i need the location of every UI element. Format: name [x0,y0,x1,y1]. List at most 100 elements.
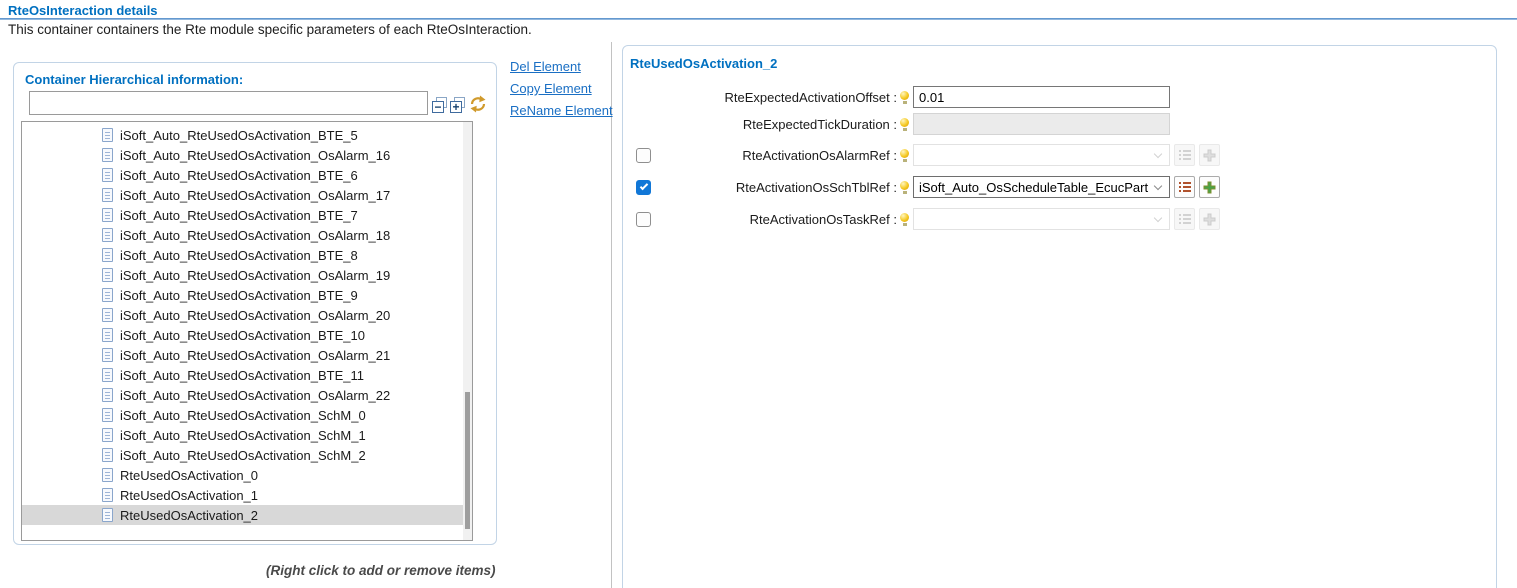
combobox-value: iSoft_Auto_OsScheduleTable_EcucPartitio [919,180,1149,195]
list-item-label: iSoft_Auto_RteUsedOsActivation_BTE_7 [120,208,358,223]
param-row-tick-duration: RteExpectedTickDuration : [636,112,1170,136]
param-row-activation-offset: RteExpectedActivationOffset : [636,85,1170,109]
os-task-ref-combobox[interactable] [913,208,1170,230]
document-icon [102,128,113,142]
os-alarm-ref-checkbox[interactable] [636,148,651,163]
hierarchy-list: iSoft_Auto_RteUsedOsActivation_BTE_5 iSo… [21,121,473,541]
list-item[interactable]: iSoft_Auto_RteUsedOsActivation_OsAlarm_2… [22,385,463,405]
check-icon [639,182,647,190]
list-item[interactable]: iSoft_Auto_RteUsedOsActivation_OsAlarm_1… [22,225,463,245]
os-schtbl-ref-checkbox[interactable] [636,180,651,195]
list-item[interactable]: iSoft_Auto_RteUsedOsActivation_BTE_9 [22,285,463,305]
list-item-label: RteUsedOsActivation_2 [120,508,258,523]
list-item[interactable]: iSoft_Auto_RteUsedOsActivation_OsAlarm_1… [22,185,463,205]
refresh-icon[interactable] [468,95,488,113]
os-alarm-ref-pick-button[interactable] [1174,144,1195,166]
list-item-label: iSoft_Auto_RteUsedOsActivation_SchM_1 [120,428,366,443]
os-task-ref-pick-button[interactable] [1174,208,1195,230]
copy-element-link[interactable]: Copy Element [510,81,592,96]
list-item[interactable]: iSoft_Auto_RteUsedOsActivation_BTE_5 [22,125,463,145]
list-item[interactable]: RteUsedOsActivation_2 [22,505,463,525]
document-icon [102,268,113,282]
list-item[interactable]: iSoft_Auto_RteUsedOsActivation_OsAlarm_2… [22,345,463,365]
document-icon [102,408,113,422]
list-item[interactable]: iSoft_Auto_RteUsedOsActivation_OsAlarm_1… [22,145,463,165]
document-icon [102,348,113,362]
container-hierarchy-panel: Container Hierarchical information: − + … [13,62,497,545]
document-icon [102,368,113,382]
document-icon [102,468,113,482]
list-item[interactable]: RteUsedOsActivation_0 [22,465,463,485]
del-element-link[interactable]: Del Element [510,59,581,74]
list-item[interactable]: iSoft_Auto_RteUsedOsActivation_OsAlarm_1… [22,265,463,285]
document-icon [102,188,113,202]
list-item[interactable]: iSoft_Auto_RteUsedOsActivation_BTE_8 [22,245,463,265]
ref-label: RteActivationOsTaskRef : [652,212,897,227]
checkbox-spacer [636,90,651,105]
os-alarm-ref-add-button[interactable] [1199,144,1220,166]
collapse-all-icon[interactable]: − [432,97,448,113]
list-scrollbar-thumb[interactable] [465,392,470,529]
lightbulb-icon [900,149,909,162]
chevron-down-icon [1154,214,1162,222]
list-item-label: iSoft_Auto_RteUsedOsActivation_OsAlarm_1… [120,148,390,163]
list-item-label: iSoft_Auto_RteUsedOsActivation_OsAlarm_2… [120,348,390,363]
collapse-all-icon-front: − [432,101,444,113]
os-task-ref-add-button[interactable] [1199,208,1220,230]
os-alarm-ref-combobox[interactable] [913,144,1170,166]
os-schtbl-ref-combobox[interactable]: iSoft_Auto_OsScheduleTable_EcucPartitio [913,176,1170,198]
plus-icon [1203,181,1216,194]
list-item[interactable]: RteUsedOsActivation_1 [22,485,463,505]
list-picker-icon [1179,150,1191,160]
expand-all-icon-front: + [450,101,462,113]
list-item-label: iSoft_Auto_RteUsedOsActivation_BTE_11 [120,368,364,383]
list-item-label: iSoft_Auto_RteUsedOsActivation_OsAlarm_1… [120,188,390,203]
activation-offset-input[interactable] [913,86,1170,108]
list-item-label: iSoft_Auto_RteUsedOsActivation_BTE_6 [120,168,358,183]
document-icon [102,428,113,442]
plus-icon [1203,149,1216,162]
list-item-label: RteUsedOsActivation_0 [120,468,258,483]
rename-element-link[interactable]: ReName Element [510,103,613,118]
document-icon [102,308,113,322]
list-item[interactable]: iSoft_Auto_RteUsedOsActivation_SchM_2 [22,445,463,465]
title-divider [0,18,1517,20]
ref-label: RteActivationOsSchTblRef : [652,180,897,195]
list-item[interactable]: iSoft_Auto_RteUsedOsActivation_OsAlarm_2… [22,305,463,325]
document-icon [102,168,113,182]
os-schtbl-ref-add-button[interactable] [1199,176,1220,198]
os-task-ref-checkbox[interactable] [636,212,651,227]
document-icon [102,488,113,502]
panel-splitter[interactable] [611,42,612,588]
os-schtbl-ref-pick-button[interactable] [1174,176,1195,198]
param-label: RteExpectedActivationOffset : [652,90,897,105]
param-label: RteExpectedTickDuration : [652,117,897,132]
list-item-label: RteUsedOsActivation_1 [120,488,258,503]
right-click-hint: (Right click to add or remove items) [266,563,496,578]
ref-row-os-task: RteActivationOsTaskRef : [636,207,1220,231]
lightbulb-icon [900,91,909,104]
expand-all-icon[interactable]: + [450,97,466,113]
list-item-label: iSoft_Auto_RteUsedOsActivation_OsAlarm_1… [120,228,390,243]
list-item[interactable]: iSoft_Auto_RteUsedOsActivation_BTE_11 [22,365,463,385]
document-icon [102,208,113,222]
details-panel-title: RteUsedOsActivation_2 [630,56,777,71]
lightbulb-icon [900,181,909,194]
list-item[interactable]: iSoft_Auto_RteUsedOsActivation_SchM_1 [22,425,463,445]
list-picker-icon [1179,214,1191,224]
search-input[interactable] [29,91,428,115]
list-item-label: iSoft_Auto_RteUsedOsActivation_OsAlarm_1… [120,268,390,283]
list-item[interactable]: iSoft_Auto_RteUsedOsActivation_BTE_7 [22,205,463,225]
list-item[interactable]: iSoft_Auto_RteUsedOsActivation_SchM_0 [22,405,463,425]
document-icon [102,328,113,342]
list-item[interactable]: iSoft_Auto_RteUsedOsActivation_BTE_6 [22,165,463,185]
document-icon [102,508,113,522]
list-scrollbar[interactable] [463,122,472,540]
document-icon [102,248,113,262]
chevron-down-icon [1154,182,1162,190]
document-icon [102,388,113,402]
tick-duration-input[interactable] [913,113,1170,135]
list-item[interactable]: iSoft_Auto_RteUsedOsActivation_BTE_10 [22,325,463,345]
checkbox-spacer [636,117,651,132]
list-item-label: iSoft_Auto_RteUsedOsActivation_SchM_2 [120,448,366,463]
